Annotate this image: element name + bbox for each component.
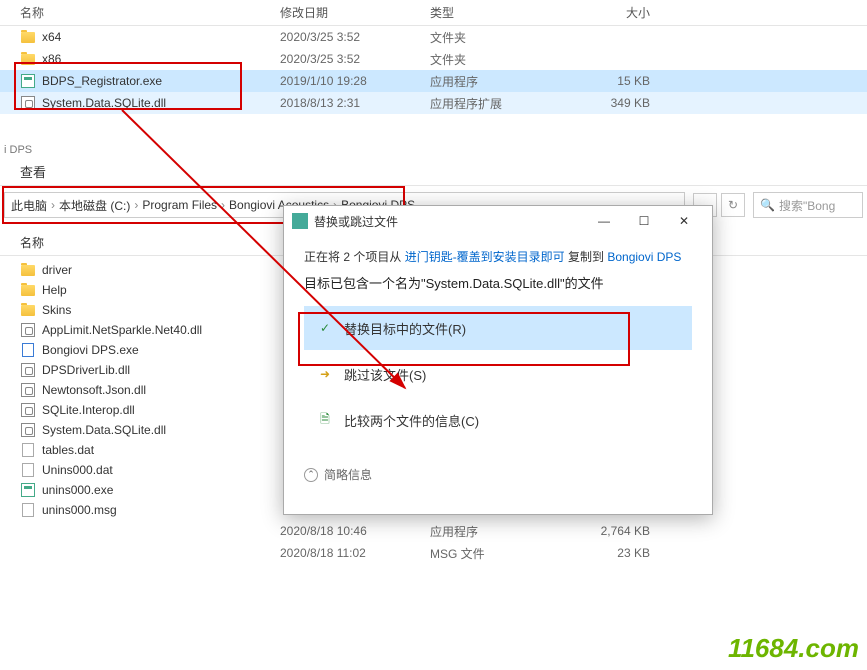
breadcrumb-pf[interactable]: Program Files — [142, 198, 217, 212]
col-name[interactable]: 名称 — [20, 234, 280, 251]
table-row[interactable]: 2020/8/18 11:02MSG 文件23 KB — [0, 542, 867, 564]
col-date[interactable]: 修改日期 — [280, 4, 430, 21]
dll-icon — [20, 322, 36, 338]
option-compare[interactable]: 🗎 比较两个文件的信息(C) — [304, 398, 692, 442]
file-type: 文件夹 — [430, 29, 570, 46]
dll-icon — [20, 422, 36, 438]
file-name: Newtonsoft.Json.dll — [42, 383, 280, 397]
exe-icon — [20, 482, 36, 498]
folder-icon — [20, 282, 36, 298]
table-row[interactable]: BDPS_Registrator.exe2019/1/10 19:28应用程序1… — [0, 70, 867, 92]
table-row[interactable]: 2020/8/18 10:46应用程序2,764 KB — [0, 520, 867, 542]
file-name: tables.dat — [42, 443, 280, 457]
file-date: 2019/1/10 19:28 — [280, 74, 430, 88]
breadcrumb-drive[interactable]: 本地磁盘 (C:) — [59, 197, 130, 214]
file-icon — [20, 342, 36, 358]
skip-icon: ➜ — [316, 365, 334, 383]
ribbon-tab-view[interactable]: 查看 — [0, 158, 867, 186]
file-icon — [20, 502, 36, 518]
file-size: 2,764 KB — [570, 524, 650, 538]
file-name: driver — [42, 263, 280, 277]
file-type: MSG 文件 — [430, 545, 570, 562]
file-name: Skins — [42, 303, 280, 317]
option-skip[interactable]: ➜ 跳过该文件(S) — [304, 352, 692, 396]
window-title-fragment: i DPS — [0, 142, 867, 158]
file-name: unins000.msg — [42, 503, 280, 517]
file-name: x64 — [42, 30, 280, 44]
chevron-right-icon: › — [221, 198, 225, 212]
file-name: x86 — [42, 52, 280, 66]
option-replace[interactable]: ✓ 替换目标中的文件(R) — [304, 306, 692, 350]
dll-icon — [20, 362, 36, 378]
file-type: 文件夹 — [430, 51, 570, 68]
file-date: 2020/8/18 10:46 — [280, 524, 430, 538]
file-name: unins000.exe — [42, 483, 280, 497]
col-name[interactable]: 名称 — [20, 4, 280, 21]
file-name: Unins000.dat — [42, 463, 280, 477]
col-size[interactable]: 大小 — [570, 4, 650, 21]
file-size: 349 KB — [570, 96, 650, 110]
dat-icon — [20, 462, 36, 478]
table-row[interactable]: System.Data.SQLite.dll2018/8/13 2:31应用程序… — [0, 92, 867, 114]
watermark: 11684.com — [728, 633, 859, 664]
top-column-header: 名称 修改日期 类型 大小 — [0, 0, 867, 26]
dll-icon — [20, 382, 36, 398]
close-button[interactable]: ✕ — [664, 207, 704, 235]
dll-icon — [20, 402, 36, 418]
replace-skip-dialog: 替换或跳过文件 — ☐ ✕ 正在将 2 个项目从 进门钥匙-覆盖到安装目录即可 … — [283, 205, 713, 515]
check-icon: ✓ — [316, 319, 334, 337]
folder-icon — [20, 302, 36, 318]
file-type: 应用程序 — [430, 73, 570, 90]
folder-icon — [20, 262, 36, 278]
copy-progress-text: 正在将 2 个项目从 进门钥匙-覆盖到安装目录即可 复制到 Bongiovi D… — [304, 248, 692, 265]
file-date: 2020/3/25 3:52 — [280, 30, 430, 44]
file-name: System.Data.SQLite.dll — [42, 96, 280, 110]
file-size: 23 KB — [570, 546, 650, 560]
file-name: Bongiovi DPS.exe — [42, 343, 280, 357]
exe-icon — [20, 73, 36, 89]
file-name: DPSDriverLib.dll — [42, 363, 280, 377]
file-name: BDPS_Registrator.exe — [42, 74, 280, 88]
top-file-list: x642020/3/25 3:52文件夹x862020/3/25 3:52文件夹… — [0, 26, 867, 114]
dat-icon — [20, 442, 36, 458]
compare-icon: 🗎 — [316, 411, 334, 429]
folder-icon — [20, 29, 36, 45]
file-name: System.Data.SQLite.dll — [42, 423, 280, 437]
conflict-message: 目标已包含一个名为"System.Data.SQLite.dll"的文件 — [304, 273, 692, 292]
more-info-toggle[interactable]: ⌃ 简略信息 — [284, 456, 712, 493]
file-date: 2020/3/25 3:52 — [280, 52, 430, 66]
dialog-titlebar[interactable]: 替换或跳过文件 — ☐ ✕ — [284, 206, 712, 236]
chevron-right-icon: › — [134, 198, 138, 212]
search-placeholder: 搜索"Bong — [779, 197, 835, 214]
dialog-icon — [292, 213, 308, 229]
file-size: 15 KB — [570, 74, 650, 88]
chevron-right-icon: › — [51, 198, 55, 212]
maximize-button[interactable]: ☐ — [624, 207, 664, 235]
file-type: 应用程序扩展 — [430, 95, 570, 112]
refresh-button[interactable]: ↻ — [721, 193, 745, 217]
file-name: SQLite.Interop.dll — [42, 403, 280, 417]
file-date: 2020/8/18 11:02 — [280, 546, 430, 560]
file-type: 应用程序 — [430, 523, 570, 540]
file-name: Help — [42, 283, 280, 297]
search-icon: 🔍 — [760, 198, 775, 212]
table-row[interactable]: x642020/3/25 3:52文件夹 — [0, 26, 867, 48]
source-link[interactable]: 进门钥匙-覆盖到安装目录即可 — [405, 250, 565, 264]
breadcrumb-root[interactable]: 此电脑 — [11, 197, 47, 214]
chevron-up-icon: ⌃ — [304, 468, 318, 482]
file-date: 2018/8/13 2:31 — [280, 96, 430, 110]
folder-icon — [20, 51, 36, 67]
dialog-title-text: 替换或跳过文件 — [314, 213, 584, 230]
dest-link[interactable]: Bongiovi DPS — [607, 250, 681, 264]
table-row[interactable]: x862020/3/25 3:52文件夹 — [0, 48, 867, 70]
dll-icon — [20, 95, 36, 111]
search-input[interactable]: 🔍 搜索"Bong — [753, 192, 863, 218]
minimize-button[interactable]: — — [584, 207, 624, 235]
file-name: AppLimit.NetSparkle.Net40.dll — [42, 323, 280, 337]
col-type[interactable]: 类型 — [430, 4, 570, 21]
